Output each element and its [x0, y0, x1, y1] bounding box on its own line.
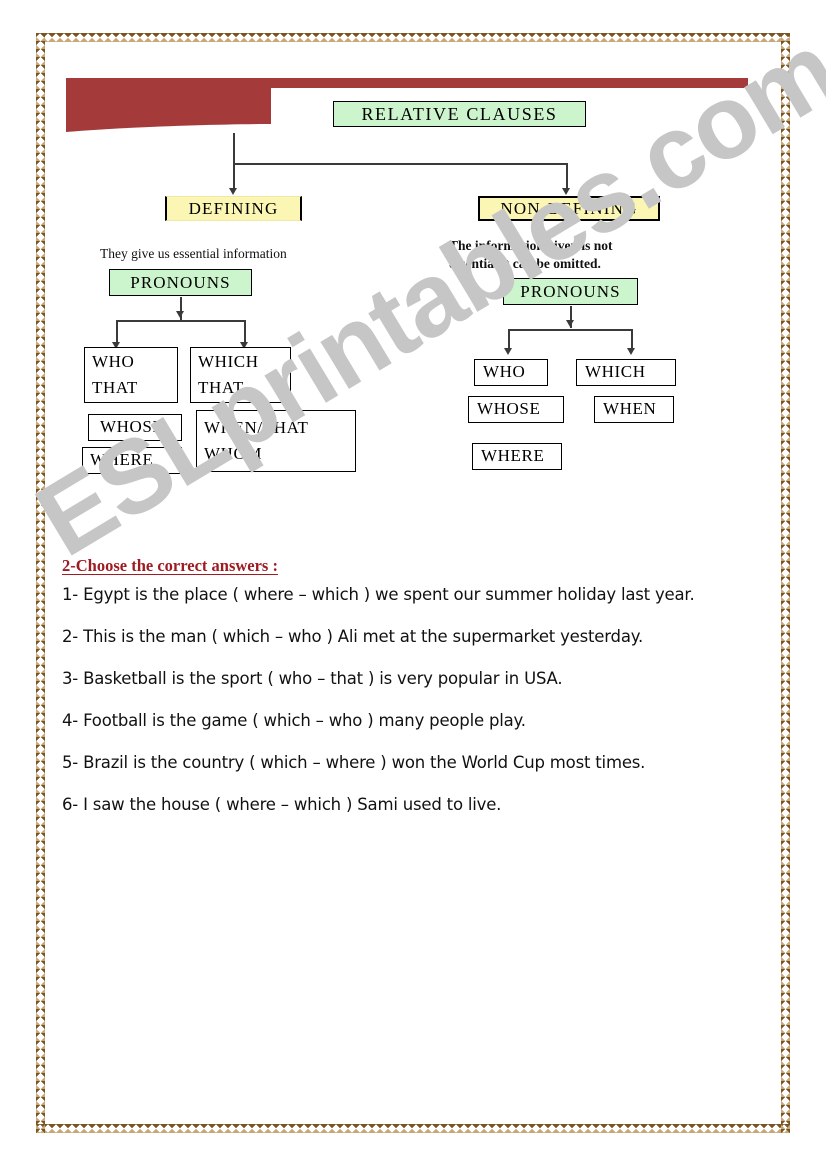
box-line-who: WHO [92, 351, 135, 371]
exercise-question-list: 1- Egypt is the place ( where – which ) … [62, 585, 782, 814]
relative-clauses-diagram: RELATIVE CLAUSES DEFINING They give us e… [0, 0, 826, 520]
exercise-question-3: 3- Basketball is the sport ( who – that … [62, 669, 563, 688]
box-line-where: WHERE [90, 450, 154, 470]
box-line-whom: WHOM [204, 444, 263, 463]
defining-pronouns-label: PRONOUNS [130, 272, 231, 292]
exercise-section: 2-Choose the correct answers : 1- Egypt … [62, 556, 782, 837]
defining-when-that-whom-box: WHEN/THAT WHOM [196, 410, 356, 472]
connector-to-defining [233, 163, 235, 189]
border-edge-bottom [36, 1124, 790, 1133]
box-line-that: THAT [198, 378, 244, 397]
non-defining-connector-right [631, 329, 633, 350]
defining-stem-arrow [176, 311, 184, 318]
defining-connector-right [244, 320, 246, 343]
exercise-question-1: 1- Egypt is the place ( where – which ) … [62, 585, 695, 604]
arrow-to-non-defining [562, 188, 570, 195]
non-defining-caption-line1: The information given is not [449, 238, 613, 253]
box-line-that: THAT [92, 378, 138, 397]
defining-connector-left [116, 320, 118, 343]
non-defining-label: NON-DEFINING [500, 198, 638, 218]
non-defining-stem-arrow [566, 320, 574, 327]
defining-label: DEFINING [188, 198, 279, 218]
worksheet-page: RELATIVE CLAUSES DEFINING They give us e… [0, 0, 826, 1169]
box-line-where: WHERE [481, 446, 545, 466]
connector-top-bar [233, 163, 567, 165]
box-line-when-that: WHEN/THAT [204, 417, 309, 437]
exercise-question-6: 6- I saw the house ( where – which ) Sam… [62, 795, 502, 814]
connector-to-non-defining [566, 163, 568, 189]
defining-caption: They give us essential information [100, 245, 390, 263]
branch-label-defining: DEFINING [165, 196, 302, 221]
connector-title-stem [233, 133, 235, 163]
diagram-title-label: RELATIVE CLAUSES [361, 103, 558, 124]
exercise-heading: 2-Choose the correct answers : [62, 556, 278, 575]
non-defining-which-box: WHICH [576, 359, 676, 386]
defining-whose-box: WHOSE [88, 414, 182, 441]
box-line-which: WHICH [585, 362, 646, 382]
non-defining-connector-bar [508, 329, 632, 331]
non-defining-whose-box: WHOSE [468, 396, 564, 423]
box-line-which: WHICH [198, 351, 259, 371]
box-line-when: WHEN [603, 399, 657, 419]
defining-caption-text: They give us essential information [100, 246, 287, 261]
defining-which-that-box: WHICH THAT [190, 347, 291, 403]
box-line-whose: WHOSE [477, 399, 541, 419]
non-defining-who-box: WHO [474, 359, 548, 386]
non-defining-where-box: WHERE [472, 443, 562, 470]
defining-who-that-box: WHO THAT [84, 347, 178, 403]
non-defining-when-box: WHEN [594, 396, 674, 423]
defining-connector-bar [116, 320, 245, 322]
arrow-to-defining [229, 188, 237, 195]
box-line-whose: WHOSE [100, 417, 164, 437]
diagram-title-relative-clauses: RELATIVE CLAUSES [333, 101, 586, 127]
defining-where-box: WHERE [82, 447, 182, 474]
non-defining-caption-line2: essential,it can be omitted. [449, 256, 601, 272]
non-defining-arrow-left [504, 348, 512, 355]
exercise-question-4: 4- Football is the game ( which – who ) … [62, 711, 526, 730]
non-defining-pronouns-label: PRONOUNS [520, 281, 621, 301]
exercise-question-2: 2- This is the man ( which – who ) Ali m… [62, 627, 643, 646]
box-line-who: WHO [483, 362, 526, 382]
non-defining-caption: The information given is not essential,i… [449, 237, 699, 273]
exercise-question-5: 5- Brazil is the country ( which – where… [62, 753, 646, 772]
defining-pronouns-box: PRONOUNS [109, 269, 252, 296]
non-defining-arrow-right [627, 348, 635, 355]
branch-label-non-defining: NON-DEFINING [478, 196, 660, 221]
non-defining-connector-left [508, 329, 510, 350]
non-defining-pronouns-box: PRONOUNS [503, 278, 638, 305]
